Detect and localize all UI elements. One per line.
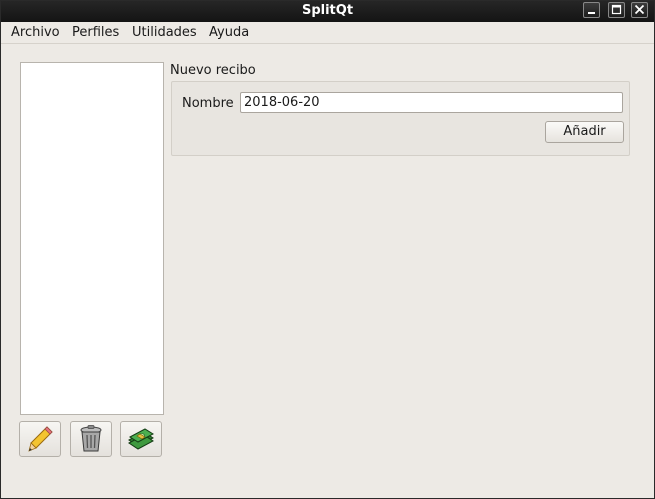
window-title: SplitQt [301,3,354,18]
menu-utilidades[interactable]: Utilidades [132,25,197,40]
receipts-list[interactable] [20,62,164,415]
name-input[interactable] [240,92,623,113]
minimize-icon [588,12,595,14]
menu-ayuda[interactable]: Ayuda [209,25,249,40]
pencil-icon [28,426,53,452]
close-icon [634,4,645,15]
maximize-icon [611,4,622,15]
trash-icon [80,425,102,452]
delete-button[interactable] [70,421,112,457]
titlebar[interactable]: SplitQt [1,1,654,22]
money-icon [128,428,154,450]
menubar: Archivo Perfiles Utilidades Ayuda [1,23,654,44]
minimize-button[interactable] [583,2,600,18]
edit-button[interactable] [19,421,61,457]
new-receipt-title: Nuevo recibo [170,63,256,78]
close-button[interactable] [631,2,648,18]
name-label: Nombre [182,96,234,111]
money-button[interactable] [120,421,162,457]
menu-perfiles[interactable]: Perfiles [72,25,119,40]
maximize-button[interactable] [608,2,625,18]
add-button[interactable]: Añadir [545,121,624,143]
main-window: SplitQt Archivo Perfiles Utilidades Ayud… [0,0,655,499]
menu-archivo[interactable]: Archivo [11,25,60,40]
